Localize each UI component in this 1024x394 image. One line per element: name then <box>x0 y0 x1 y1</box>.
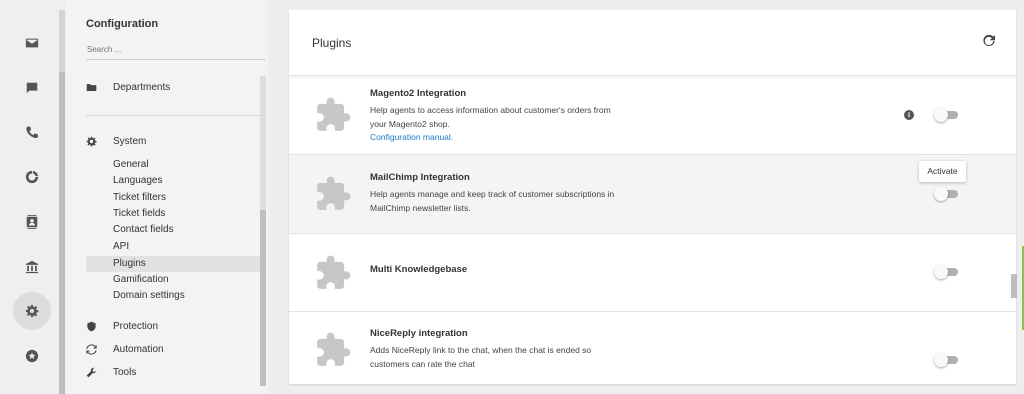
nav-automation[interactable]: Automation <box>86 344 164 355</box>
mail-icon[interactable] <box>13 24 51 62</box>
plugin-name: MailChimp Integration <box>370 172 470 183</box>
plugin-row-magento2: Magento2 Integration Help agents to acce… <box>289 76 1016 155</box>
plugin-toggle[interactable] <box>934 187 958 201</box>
info-icon[interactable]: i <box>904 110 914 120</box>
divider <box>86 115 260 116</box>
plugin-name: NiceReply integration <box>370 328 468 339</box>
contacts-icon[interactable] <box>13 203 51 241</box>
phone-icon[interactable] <box>13 113 51 151</box>
activate-tooltip: Activate <box>919 161 966 182</box>
config-scrollbar[interactable] <box>260 76 266 386</box>
rail-scrollbar-thumb[interactable] <box>59 72 65 394</box>
puzzle-icon <box>314 254 352 292</box>
plugin-name: Magento2 Integration <box>370 88 467 99</box>
nav-item-ticket-fields[interactable]: Ticket fields <box>86 206 260 222</box>
rail-scrollbar[interactable] <box>59 10 65 394</box>
plugin-name: Multi Knowledgebase <box>370 264 468 275</box>
plugin-description: Adds NiceReply link to the chat, when th… <box>370 345 592 369</box>
config-scrollbar-thumb[interactable] <box>260 210 266 386</box>
plugin-toggle[interactable] <box>934 265 958 279</box>
nav-item-plugins[interactable]: Plugins <box>86 256 260 272</box>
nav-item-gamification[interactable]: Gamification <box>86 272 260 288</box>
icon-rail <box>0 0 64 394</box>
page-scrollbar-thumb[interactable] <box>1011 274 1017 298</box>
puzzle-icon <box>314 96 352 134</box>
nav-system[interactable]: System <box>86 136 146 147</box>
nav-departments[interactable]: Departments <box>86 82 170 93</box>
plugin-row-multi-knowledgebase: Multi Knowledgebase <box>289 234 1016 312</box>
plugin-row-mailchimp: MailChimp Integration Help agents manage… <box>289 155 1016 234</box>
nav-system-label: System <box>113 136 147 147</box>
nav-item-languages[interactable]: Languages <box>86 173 260 189</box>
nav-tools-label: Tools <box>113 367 137 378</box>
configuration-manual-link[interactable]: Configuration manual. <box>370 132 453 142</box>
nav-item-contact-fields[interactable]: Contact fields <box>86 222 260 238</box>
nav-protection[interactable]: Protection <box>86 321 158 332</box>
nav-tools[interactable]: Tools <box>86 367 136 378</box>
settings-icon[interactable] <box>13 292 51 330</box>
refresh-icon[interactable] <box>982 34 996 48</box>
page-title: Plugins <box>312 36 352 50</box>
star-icon[interactable] <box>13 337 51 375</box>
plugin-toggle[interactable] <box>934 108 958 122</box>
nav-departments-label: Departments <box>113 82 171 93</box>
sync-icon <box>86 344 106 355</box>
reports-icon[interactable] <box>13 158 51 196</box>
nav-automation-label: Automation <box>113 344 164 355</box>
nav-item-ticket-filters[interactable]: Ticket filters <box>86 190 260 206</box>
chat-icon[interactable] <box>13 69 51 107</box>
panel-header: Plugins <box>289 10 1016 76</box>
config-sidebar: Configuration Departments System General… <box>66 0 268 394</box>
puzzle-icon <box>314 175 352 213</box>
nav-item-general[interactable]: General <box>86 157 260 173</box>
plugin-toggle[interactable] <box>934 353 958 367</box>
nav-item-api[interactable]: API <box>86 239 260 255</box>
puzzle-icon <box>314 331 352 369</box>
plugin-description: Help agents to access information about … <box>370 105 611 129</box>
gear-icon <box>86 136 106 147</box>
plugins-panel: Plugins Magento2 Integration Help agents… <box>289 10 1016 384</box>
bank-icon[interactable] <box>13 248 51 286</box>
config-search-input[interactable] <box>86 40 266 60</box>
plugin-description: Help agents manage and keep track of cus… <box>370 189 615 213</box>
nav-item-domain-settings[interactable]: Domain settings <box>86 288 260 304</box>
folder-icon <box>86 82 106 93</box>
shield-icon <box>86 321 106 332</box>
plugin-row-nicereply: NiceReply integration Adds NiceReply lin… <box>289 312 1016 384</box>
config-title: Configuration <box>86 18 159 30</box>
nav-protection-label: Protection <box>113 321 159 332</box>
wrench-icon <box>86 367 106 378</box>
